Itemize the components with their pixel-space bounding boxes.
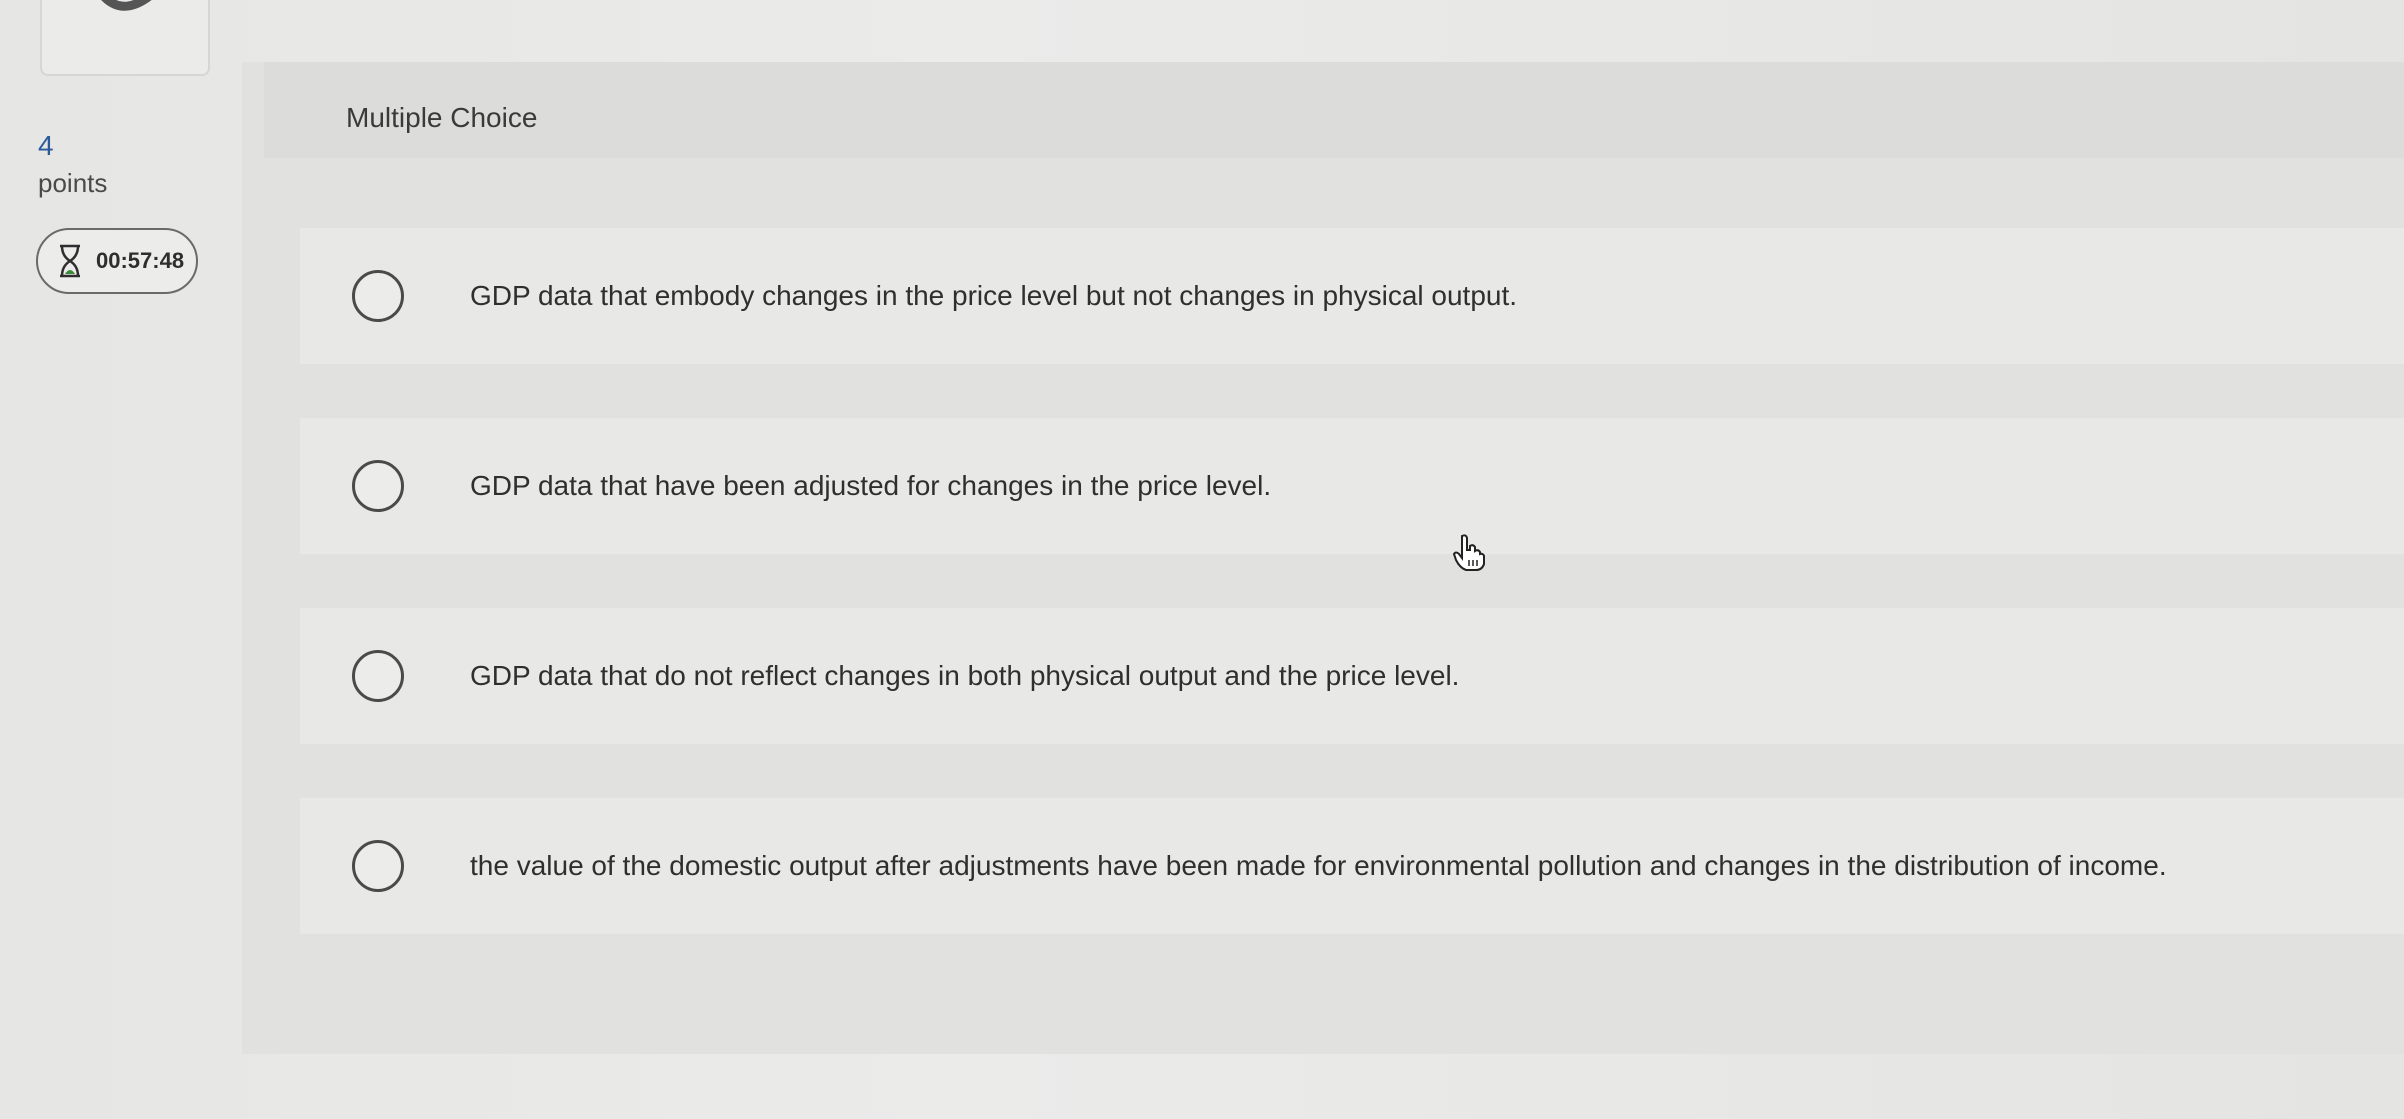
hand-pointer-icon [1452, 534, 1485, 571]
radio-button[interactable] [352, 650, 404, 702]
quiz-page: 4 points 00:57:48 Multiple Choice GDP da… [0, 0, 2404, 1119]
question-panel: Multiple Choice GDP data that embody cha… [242, 62, 2404, 1054]
answer-option-1[interactable]: GDP data that embody changes in the pric… [300, 228, 2404, 364]
timer-badge[interactable]: 00:57:48 [36, 228, 198, 294]
answer-option-2[interactable]: GDP data that have been adjusted for cha… [300, 418, 2404, 554]
radio-button[interactable] [352, 460, 404, 512]
question-type-label: Multiple Choice [346, 102, 538, 133]
question-header [264, 62, 2404, 158]
timer-text: 00:57:48 [96, 248, 185, 273]
answer-option-text: GDP data that do not reflect changes in … [470, 660, 1460, 691]
hourglass-icon [60, 244, 80, 278]
points-label: points [38, 168, 108, 198]
answer-option-text: the value of the domestic output after a… [470, 850, 2167, 881]
answer-option-text: GDP data that have been adjusted for cha… [470, 470, 1272, 501]
answer-option-4[interactable]: the value of the domestic output after a… [300, 798, 2404, 934]
radio-button[interactable] [352, 840, 404, 892]
points-value: 4 [38, 130, 54, 161]
answer-option-3[interactable]: GDP data that do not reflect changes in … [300, 608, 2404, 744]
progress-arc-icon [101, 0, 152, 11]
answer-option-text: GDP data that embody changes in the pric… [470, 280, 1518, 311]
previous-question-card[interactable] [40, 0, 210, 76]
radio-button[interactable] [352, 270, 404, 322]
